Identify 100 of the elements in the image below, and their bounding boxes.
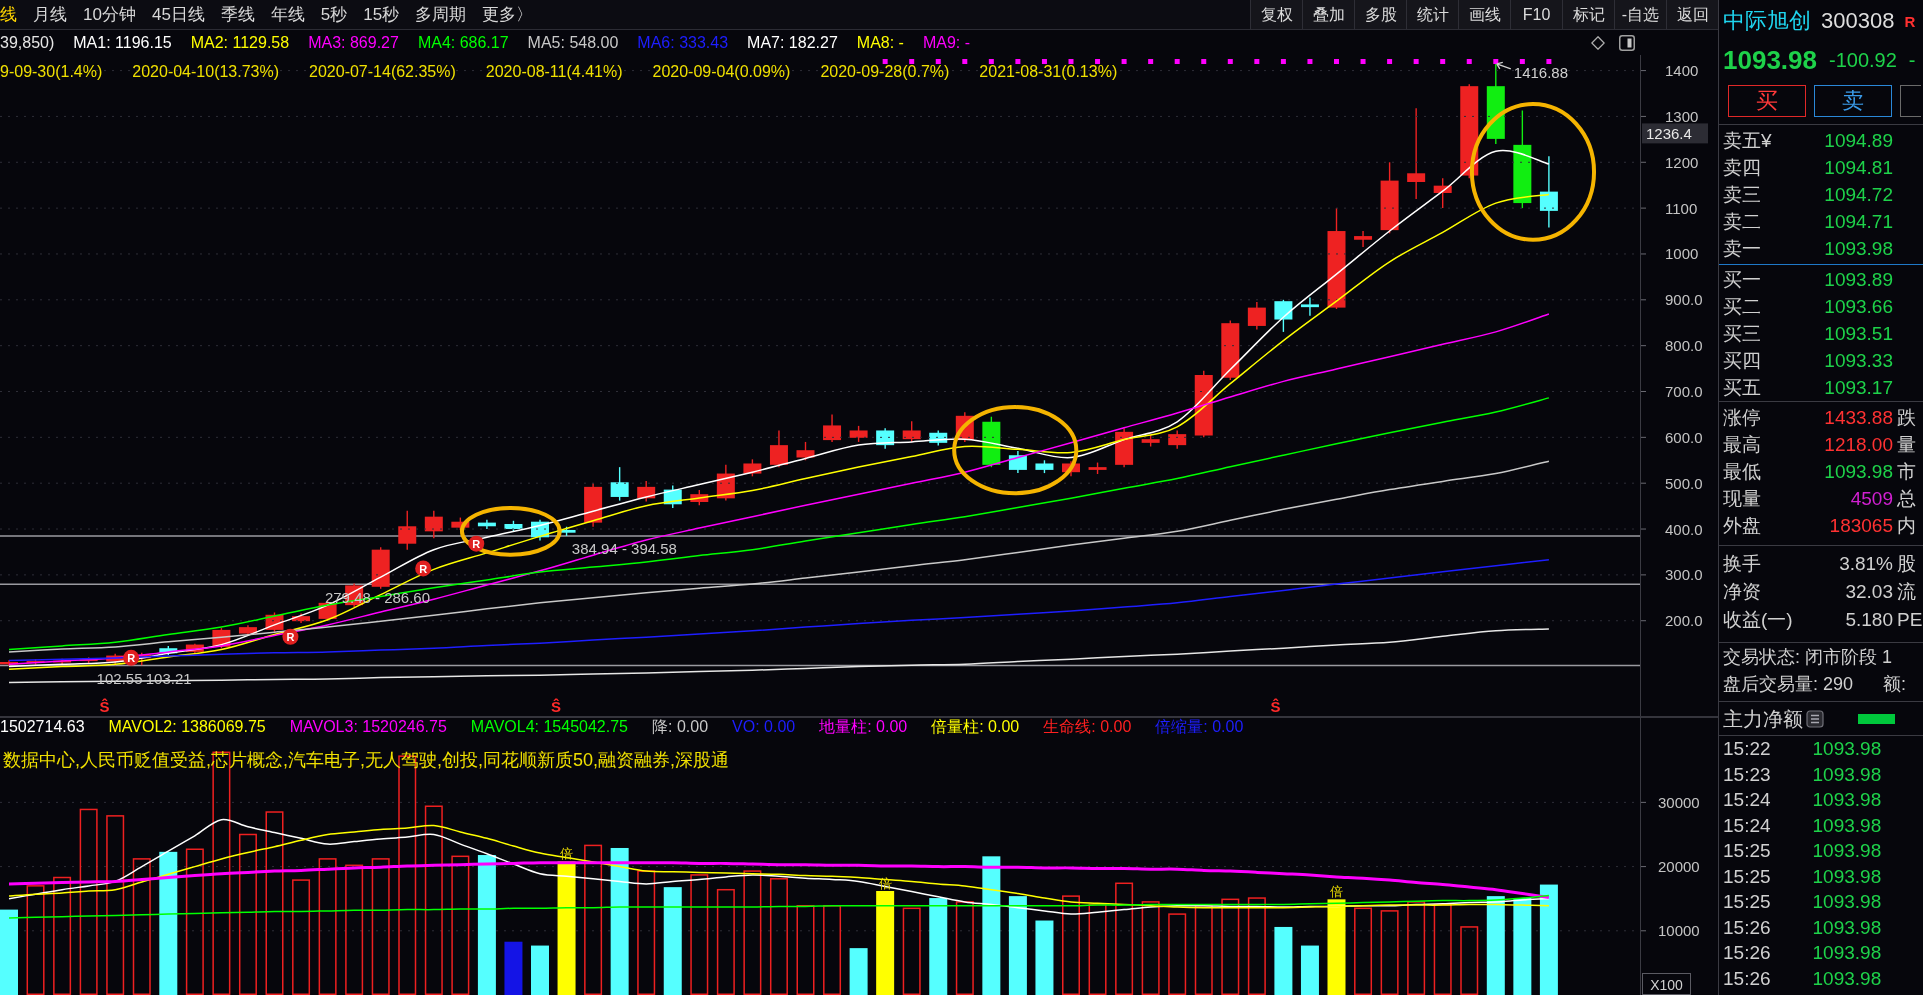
toolbar-button[interactable]: 统计 xyxy=(1406,0,1458,29)
toolbar-button[interactable]: 多股 xyxy=(1354,0,1406,29)
net-flow-bar-icon xyxy=(1858,713,1895,724)
quote-label: 卖三 xyxy=(1723,185,1761,204)
quote-value: 1433.88 xyxy=(1824,408,1893,427)
quote-label: 卖二 xyxy=(1723,212,1761,231)
period-tab[interactable]: 更多〉 xyxy=(482,6,534,23)
axis-label: 10000 xyxy=(1658,922,1700,940)
toolbar-button[interactable]: -自选 xyxy=(1614,0,1666,29)
tick-price: 1093.98 xyxy=(1812,917,1882,937)
period-tab[interactable]: 年线 xyxy=(270,6,305,23)
indicator-value: 生命线: 0.00 xyxy=(1043,719,1132,735)
quote-label: 换手 xyxy=(1723,553,1761,573)
axis-label: 400.0 xyxy=(1665,520,1703,538)
last-price: 1093.98 xyxy=(1723,47,1817,73)
tick-time: 15:24 xyxy=(1723,790,1771,810)
axis-label: 600.0 xyxy=(1665,428,1703,446)
quote-label: 买三 xyxy=(1723,324,1761,343)
panel-toggle-icon[interactable] xyxy=(1619,34,1635,51)
indicator-value: MAVOL2: 1386069.75 xyxy=(108,719,266,735)
quote-label: 卖一 xyxy=(1723,239,1761,258)
tick-price: 1093.98 xyxy=(1812,739,1882,759)
indicator-value: 倍量柱: 0.00 xyxy=(931,719,1020,735)
tick-price: 1093.98 xyxy=(1812,815,1882,835)
period-tab[interactable]: 月线 xyxy=(33,6,67,23)
period-tab[interactable]: 线 xyxy=(0,6,17,23)
quote-label: PE xyxy=(1897,609,1923,629)
quote-value: 1218.00 xyxy=(1824,435,1893,454)
quote-label: 净资 xyxy=(1723,581,1761,601)
signal-mark: Ŝ xyxy=(1270,698,1281,716)
sell-button[interactable]: 卖 xyxy=(1814,85,1892,117)
indicator-value: MAVOL4: 1545042.75 xyxy=(470,719,628,735)
diamond-icon[interactable] xyxy=(1591,35,1605,50)
axis-label: 30000 xyxy=(1658,793,1700,811)
quote-value: 1094.72 xyxy=(1824,185,1893,204)
unit-label: X100 xyxy=(1642,973,1691,995)
period-tab[interactable]: 10分钟 xyxy=(83,6,136,23)
axis-label: 700.0 xyxy=(1665,383,1703,400)
stock-code: 300308 xyxy=(1821,10,1895,32)
tick-price: 1093.98 xyxy=(1812,764,1882,784)
quote-value: 1093.17 xyxy=(1824,378,1893,397)
axis-label: 1100 xyxy=(1665,199,1698,217)
toolbar-button[interactable]: 标记 xyxy=(1562,0,1614,29)
tick-price: 1093.98 xyxy=(1812,790,1882,810)
axis-label: 1400 xyxy=(1665,62,1699,80)
tick-time: 15:24 xyxy=(1723,815,1771,835)
period-tab[interactable]: 多周期 xyxy=(415,6,467,23)
axis-price-tag: 1236.4 xyxy=(1642,123,1708,144)
moving-average-value: MA1: 1196.15 xyxy=(73,34,172,51)
quote-label: 流 xyxy=(1897,581,1916,601)
tick-time: 15:25 xyxy=(1723,866,1771,886)
toolbar-button[interactable]: 叠加 xyxy=(1302,0,1354,29)
toolbar-button[interactable]: 复权 xyxy=(1250,0,1302,29)
quote-value: 1093.33 xyxy=(1824,351,1893,370)
quote-label: 内 xyxy=(1897,516,1916,535)
period-tab[interactable]: 15秒 xyxy=(363,6,400,23)
quote-value: 1093.51 xyxy=(1824,324,1893,343)
quote-label: 跌 xyxy=(1897,408,1916,427)
moving-average-value: MA3: 869.27 xyxy=(308,34,399,51)
tick-time: 15:23 xyxy=(1723,764,1771,784)
quote-value: 1094.71 xyxy=(1824,212,1893,231)
quote-value: 1094.81 xyxy=(1824,158,1893,177)
after-hours-text: 额: xyxy=(1883,674,1907,693)
quote-value: 1093.66 xyxy=(1824,297,1893,316)
tick-time: 15:25 xyxy=(1723,841,1771,861)
quote-value: 3.81% xyxy=(1839,553,1893,573)
buy-button[interactable]: 买 xyxy=(1728,85,1806,117)
quote-label: 最低 xyxy=(1723,462,1761,481)
indicator-value: 降: 0.00 xyxy=(652,719,709,735)
quote-label: 买五 xyxy=(1723,378,1761,397)
tick-price: 1093.98 xyxy=(1812,892,1882,912)
moving-average-value: MA5: 548.00 xyxy=(527,34,619,51)
quote-label: 量 xyxy=(1897,435,1916,454)
moving-average-value: MA4: 686.17 xyxy=(417,34,509,51)
period-tab[interactable]: 45日线 xyxy=(151,6,205,23)
indicator-value: 倍缩量: 0.00 xyxy=(1155,719,1244,735)
quote-value: 5.180 xyxy=(1845,609,1893,629)
tick-time: 15:26 xyxy=(1723,917,1771,937)
indicator-value: 1502714.63 xyxy=(0,719,85,735)
axis-label: 1300 xyxy=(1665,107,1699,125)
indicator-value: MAVOL3: 1520246.75 xyxy=(289,719,447,735)
volume-label: 倍 xyxy=(1330,884,1343,900)
quote-label: 现量 xyxy=(1723,489,1761,508)
list-icon[interactable] xyxy=(1806,709,1824,728)
period-tab[interactable]: 5秒 xyxy=(320,6,348,23)
toolbar-button[interactable]: 画线 xyxy=(1458,0,1510,29)
tick-price: 1093.98 xyxy=(1812,866,1882,886)
quote-label: 总 xyxy=(1897,489,1916,508)
order-button[interactable] xyxy=(1900,85,1921,117)
toolbar-button[interactable]: 返回 xyxy=(1666,0,1718,29)
moving-average-value: MA8: - xyxy=(856,34,904,51)
trade-status-text: 交易状态: 闭市阶段 1 xyxy=(1723,647,1892,666)
y-axis-title: X100 xyxy=(1650,976,1684,993)
toolbar-button[interactable]: F10 xyxy=(1510,0,1562,29)
period-tab[interactable]: 季线 xyxy=(220,6,255,23)
moving-average-value: MA9: - xyxy=(922,34,971,51)
tick-time: 15:26 xyxy=(1723,943,1771,963)
quote-label: 股 xyxy=(1897,553,1916,573)
quote-label: 卖五¥ xyxy=(1723,131,1772,150)
quote-value: 4509 xyxy=(1850,489,1893,508)
